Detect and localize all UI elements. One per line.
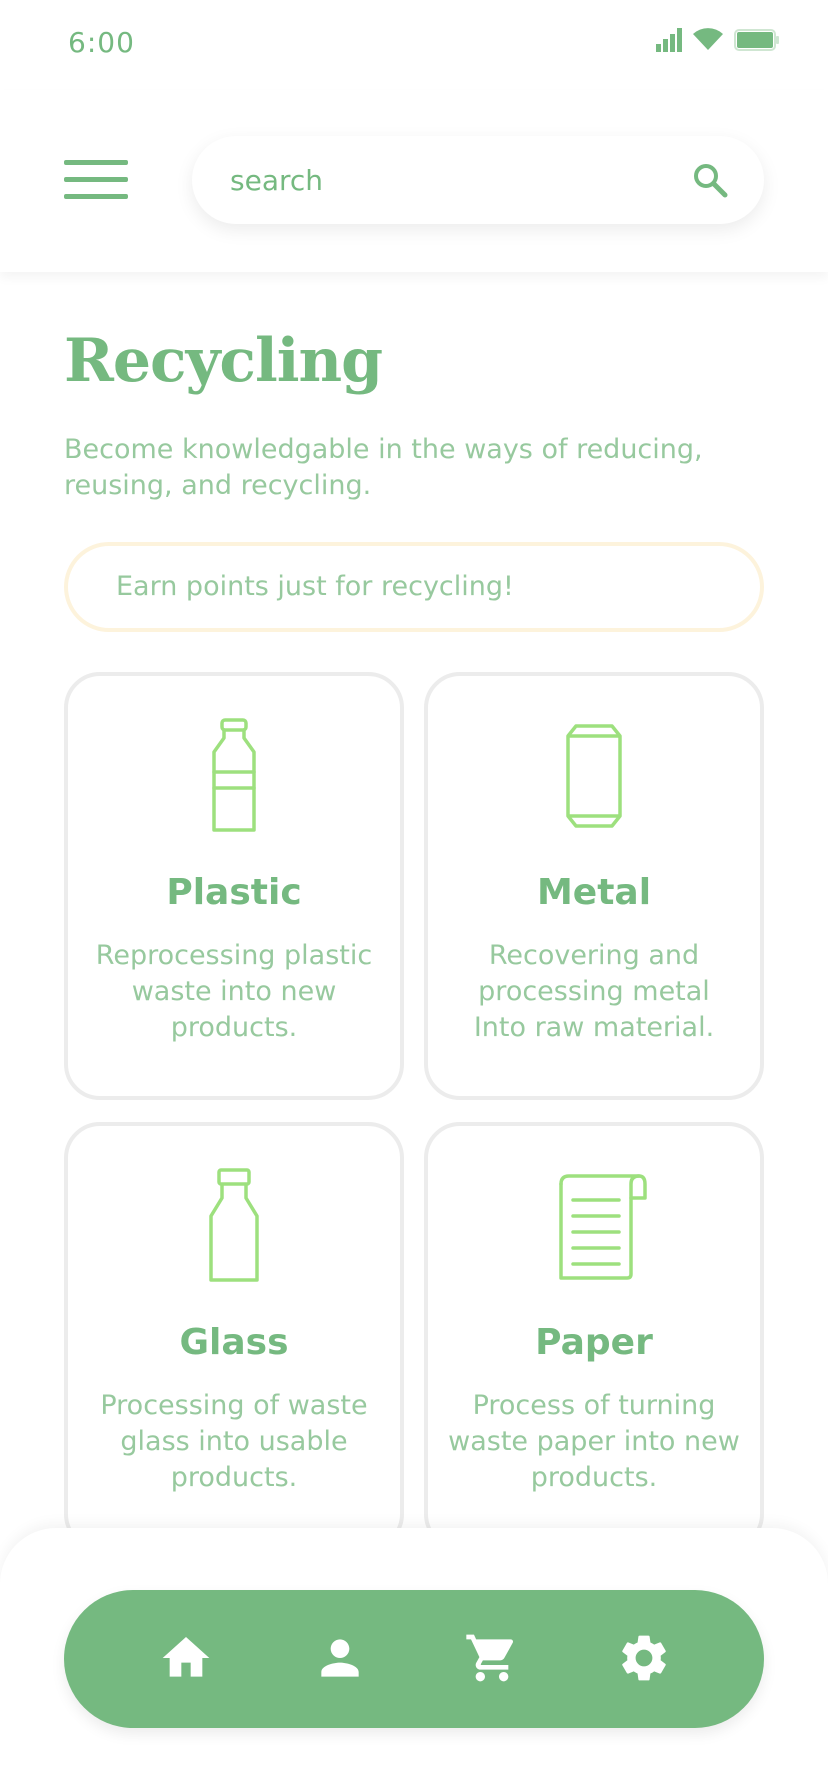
header bbox=[0, 90, 828, 272]
glass-bottle-icon bbox=[209, 1168, 259, 1282]
menu-line bbox=[64, 160, 128, 165]
nav-cart-button[interactable] bbox=[464, 1630, 520, 1686]
category-description: Reprocessing plastic waste into new prod… bbox=[95, 940, 373, 1043]
status-bar: 6:00 bbox=[0, 0, 828, 90]
status-icons bbox=[656, 28, 780, 52]
category-description: Recovering and processing metal Into raw… bbox=[473, 940, 715, 1043]
category-card-plastic[interactable]: Plastic Reprocessing plastic waste into … bbox=[64, 672, 404, 1100]
signal-icon bbox=[656, 28, 682, 52]
paper-scroll-icon bbox=[559, 1174, 647, 1280]
metal-can-icon bbox=[566, 724, 622, 828]
bottom-nav bbox=[64, 1590, 764, 1728]
nav-settings-button[interactable] bbox=[616, 1630, 672, 1686]
category-card-metal[interactable]: Metal Recovering and processing metal In… bbox=[424, 672, 764, 1100]
category-card-glass[interactable]: Glass Processing of waste glass into usa… bbox=[64, 1122, 404, 1550]
promo-text: Earn points just for recycling! bbox=[116, 571, 514, 602]
category-title: Metal bbox=[536, 872, 652, 913]
category-description: Process of turning waste paper into new … bbox=[448, 1390, 740, 1493]
promo-banner[interactable]: Earn points just for recycling! bbox=[64, 542, 764, 632]
category-title: Glass bbox=[179, 1322, 289, 1363]
search-bar bbox=[192, 136, 764, 224]
settings-icon bbox=[622, 1635, 666, 1681]
bottom-nav-container bbox=[0, 1528, 828, 1792]
category-description: Processing of waste glass into usable pr… bbox=[100, 1390, 368, 1493]
home-icon bbox=[162, 1637, 210, 1677]
category-title: Paper bbox=[535, 1322, 653, 1363]
search-icon[interactable] bbox=[692, 162, 728, 198]
page-title: Recycling bbox=[64, 326, 383, 396]
profile-icon bbox=[321, 1639, 359, 1677]
nav-home-button[interactable] bbox=[158, 1630, 214, 1686]
cart-icon bbox=[466, 1634, 514, 1682]
status-time: 6:00 bbox=[68, 26, 135, 59]
category-card-paper[interactable]: Paper Process of turning waste paper int… bbox=[424, 1122, 764, 1550]
wifi-icon bbox=[693, 28, 723, 50]
plastic-bottle-icon bbox=[212, 718, 256, 832]
menu-button[interactable] bbox=[64, 160, 128, 200]
category-title: Plastic bbox=[166, 872, 302, 913]
nav-profile-button[interactable] bbox=[312, 1630, 368, 1686]
menu-line bbox=[64, 177, 128, 182]
menu-line bbox=[64, 194, 128, 199]
search-input[interactable] bbox=[230, 156, 650, 204]
page-subtitle: Become knowledgable in the ways of reduc… bbox=[64, 434, 703, 501]
battery-icon bbox=[734, 29, 779, 51]
